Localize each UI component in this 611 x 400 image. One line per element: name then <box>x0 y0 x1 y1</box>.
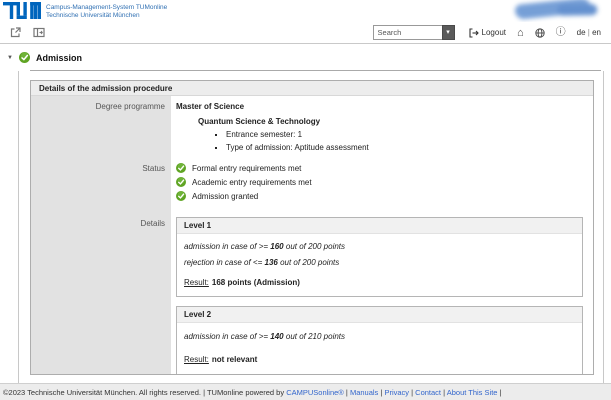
admission-criterion: admission in case of >= 160 out of 200 p… <box>184 242 575 251</box>
degree-subject: Quantum Science & Technology <box>198 117 583 126</box>
app-header: Campus-Management-System TUMonline Techn… <box>0 0 611 22</box>
open-new-window-icon[interactable] <box>8 26 22 40</box>
header-titles: Campus-Management-System TUMonline Techn… <box>46 4 167 19</box>
level-1-box: Level 1 admission in case of >= 160 out … <box>176 217 583 297</box>
search-input[interactable] <box>373 25 442 40</box>
status-ok-icon <box>176 191 186 201</box>
org-title: Technische Universität München <box>46 12 167 20</box>
level-2-box: Level 2 admission in case of >= 140 out … <box>176 306 583 374</box>
details-value: Level 1 admission in case of >= 160 out … <box>171 217 593 374</box>
search-box: ▾ <box>373 25 455 40</box>
info-icon[interactable]: ⓘ <box>556 28 566 38</box>
level-result: Result:not relevant <box>184 355 575 364</box>
status-item-label: Academic entry requirements met <box>192 178 312 187</box>
language-de[interactable]: de <box>577 28 586 37</box>
globe-icon[interactable] <box>535 28 545 38</box>
admission-criterion: admission in case of >= 140 out of 210 p… <box>184 332 575 341</box>
language-en[interactable]: en <box>592 28 601 37</box>
degree-programme-value: Master of Science Quantum Science & Tech… <box>171 96 593 152</box>
section-title: Admission <box>36 53 82 63</box>
status-item: Formal entry requirements met <box>176 163 583 173</box>
footer-link-campusonline[interactable]: CAMPUSonline® <box>286 388 344 397</box>
status-ok-icon <box>176 163 186 173</box>
degree-title: Master of Science <box>176 102 583 111</box>
toggle-navigation-panel-icon[interactable] <box>32 26 46 40</box>
admission-accordion-header[interactable]: ▼ Admission <box>7 52 82 63</box>
tum-logo-icon <box>3 2 41 19</box>
result-label: Result: <box>184 355 209 364</box>
result-value: not relevant <box>212 355 257 364</box>
panel-title: Details of the admission procedure <box>31 81 593 96</box>
status-item-label: Formal entry requirements met <box>192 164 301 173</box>
degree-bullet: Entrance semester: 1 <box>226 130 583 139</box>
language-switcher: de | en <box>577 28 601 37</box>
degree-programme-label: Degree programme <box>31 96 171 152</box>
redacted-username-scribble <box>514 0 591 20</box>
status-row: Status Formal entry requirements met <box>31 163 593 205</box>
app-title: Campus-Management-System TUMonline <box>46 4 167 12</box>
degree-bullet-list: Entrance semester: 1 Type of admission: … <box>176 130 583 152</box>
footer: ©2023 Technische Universität München. Al… <box>0 383 611 400</box>
result-label: Result: <box>184 278 209 287</box>
home-icon[interactable]: ⌂ <box>517 28 524 38</box>
level-title: Level 1 <box>177 218 582 234</box>
copyright-text: ©2023 Technische Universität München. Al… <box>3 388 286 397</box>
footer-link-contact[interactable]: Contact <box>415 388 441 397</box>
collapse-triangle-icon[interactable]: ▼ <box>7 55 13 61</box>
details-row: Details Level 1 admission in case of >= … <box>31 217 593 374</box>
logout-button[interactable]: Logout <box>469 28 506 38</box>
degree-bullet: Type of admission: Aptitude assessment <box>226 143 583 152</box>
status-label: Status <box>31 163 171 205</box>
logout-arrow-icon <box>469 28 479 38</box>
status-value: Formal entry requirements met Academic e… <box>171 163 593 205</box>
search-dropdown-button[interactable]: ▾ <box>442 25 455 40</box>
details-label: Details <box>31 217 171 374</box>
rejection-criterion: rejection in case of <= 136 out of 200 p… <box>184 258 575 267</box>
degree-programme-row: Degree programme Master of Science Quant… <box>31 96 593 152</box>
status-ok-icon <box>19 52 30 63</box>
status-item-label: Admission granted <box>192 192 258 201</box>
footer-link-about[interactable]: About This Site <box>447 388 498 397</box>
admission-details-panel: Details of the admission procedure Degre… <box>30 80 594 375</box>
language-divider: | <box>588 28 590 37</box>
status-ok-icon <box>176 177 186 187</box>
toolbar: ▾ Logout ⌂ ⓘ de | en <box>0 22 611 44</box>
footer-link-privacy[interactable]: Privacy <box>384 388 409 397</box>
level-result: Result:168 points (Admission) <box>184 278 575 287</box>
status-item: Academic entry requirements met <box>176 177 583 187</box>
level-title: Level 2 <box>177 307 582 323</box>
logout-label: Logout <box>482 28 506 37</box>
panel-body: Degree programme Master of Science Quant… <box>31 96 593 374</box>
result-value: 168 points (Admission) <box>212 278 300 287</box>
status-item: Admission granted <box>176 191 583 201</box>
footer-link-manuals[interactable]: Manuals <box>350 388 378 397</box>
